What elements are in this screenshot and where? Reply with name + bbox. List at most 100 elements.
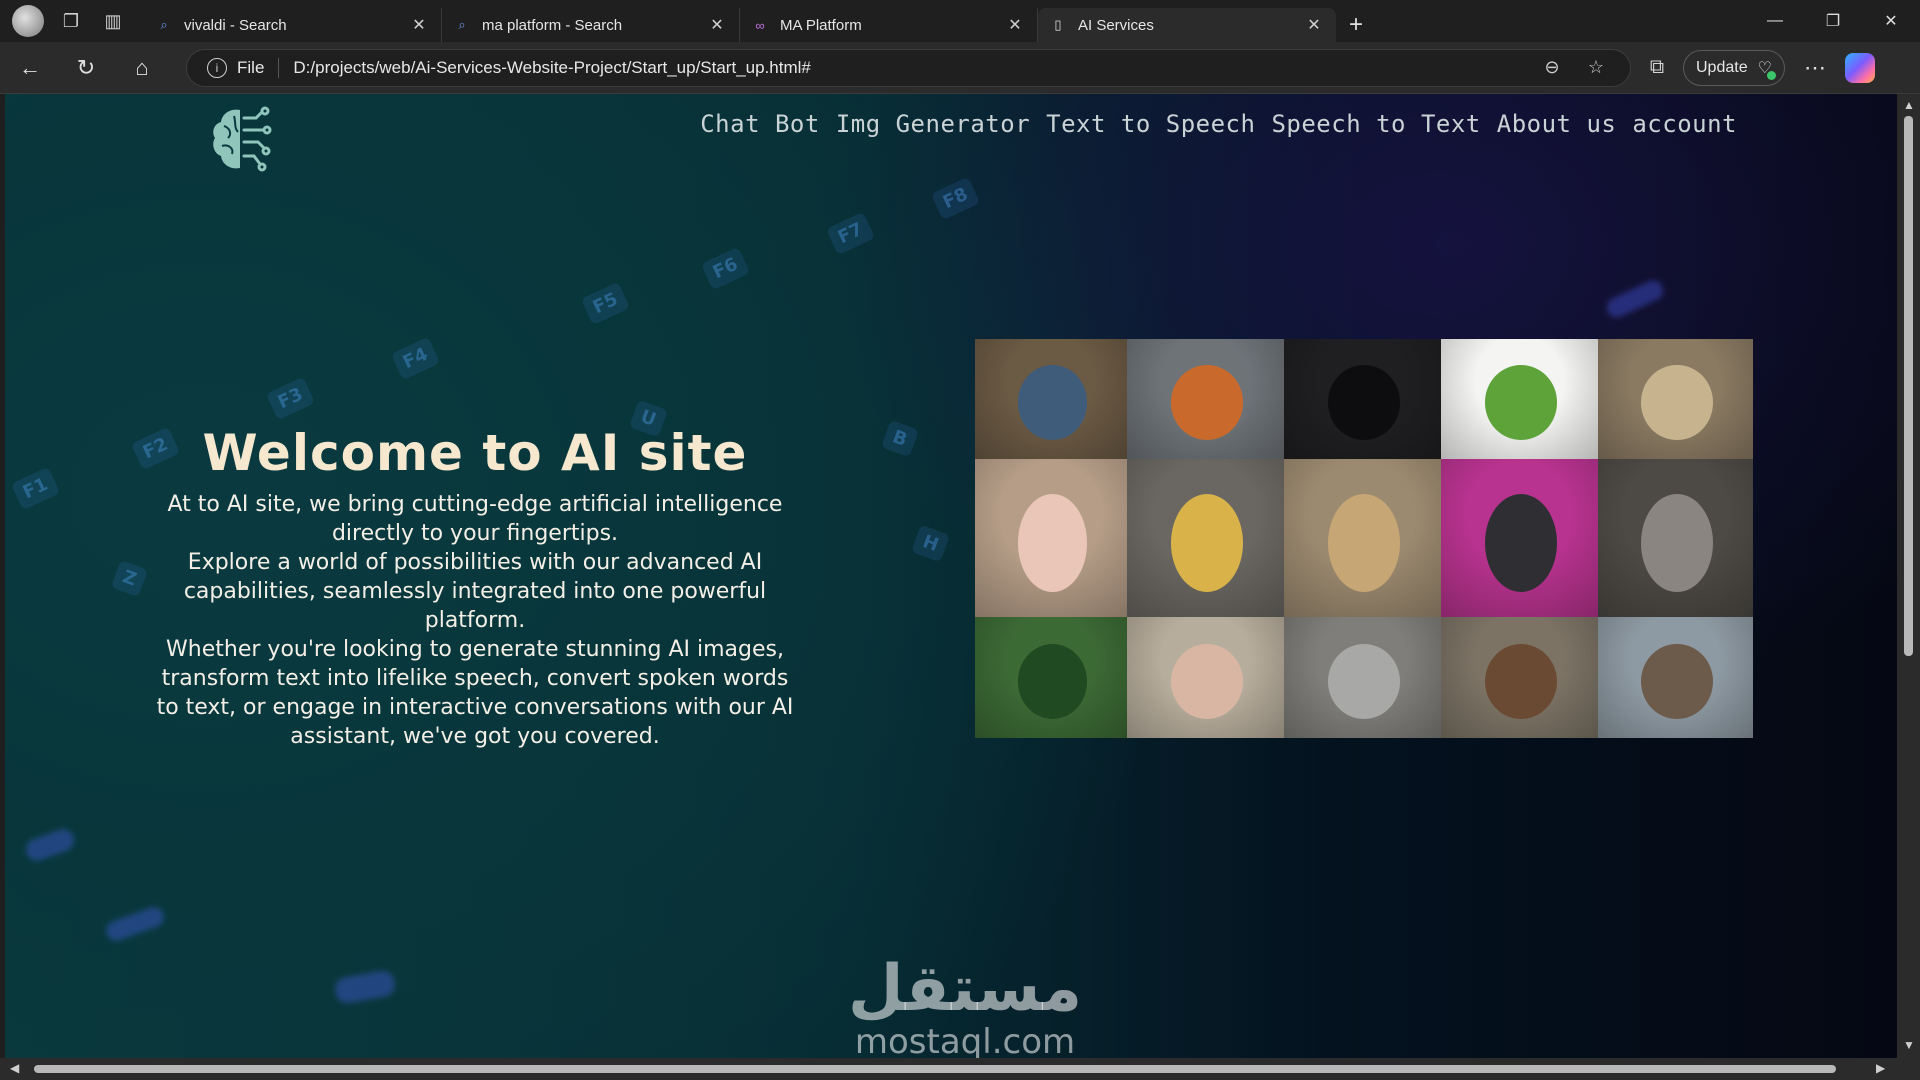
- address-separator: [278, 57, 280, 78]
- scheme-label: File: [237, 57, 265, 77]
- image-subject: [1641, 365, 1713, 440]
- scroll-up-icon[interactable]: ▲: [1903, 98, 1915, 112]
- image-subject: [1641, 493, 1713, 592]
- image-subject: [1327, 643, 1401, 719]
- image-subject: [1170, 643, 1244, 719]
- hero-section: Welcome to AI site At to AI site, we bri…: [155, 424, 795, 751]
- horizontal-scroll-thumb[interactable]: [34, 1065, 1836, 1073]
- home-icon[interactable]: ⌂: [116, 48, 168, 88]
- restore-icon[interactable]: ❐: [1804, 0, 1862, 42]
- vertical-scroll-thumb[interactable]: [1904, 116, 1913, 656]
- nav-speech-to-text[interactable]: Speech to Text: [1271, 110, 1480, 138]
- keyboard-glow: [1603, 277, 1667, 321]
- update-label: Update: [1696, 58, 1748, 76]
- scroll-left-icon[interactable]: ◀: [10, 1061, 19, 1075]
- astronaut-image: [1127, 339, 1284, 459]
- site-info-icon[interactable]: i: [207, 57, 227, 78]
- top-nav: Chat Bot Img Generator Text to Speech Sp…: [700, 110, 1737, 138]
- horizontal-scrollbar[interactable]: ◀ ▶: [0, 1058, 1904, 1080]
- update-button[interactable]: Update ♡: [1683, 49, 1785, 86]
- minimize-icon[interactable]: —: [1746, 0, 1804, 42]
- keyboard-key: F3: [265, 376, 316, 421]
- back-icon[interactable]: ←: [4, 48, 56, 88]
- image-subject: [1484, 643, 1558, 719]
- search-icon: ⌕: [160, 17, 168, 32]
- zoom-icon[interactable]: ⊖: [1530, 57, 1574, 78]
- image-subject: [1170, 365, 1244, 440]
- close-window-icon[interactable]: ✕: [1862, 0, 1920, 42]
- ma-platform-favicon: ∞: [755, 17, 765, 33]
- tab-vivaldi-search[interactable]: ⌕ vivaldi - Search ✕: [144, 8, 442, 42]
- close-tab-icon[interactable]: ✕: [1304, 15, 1324, 35]
- vertical-tabs-icon[interactable]: ▥: [92, 0, 134, 42]
- broccoli-image: [1441, 339, 1598, 459]
- browser-toolbar: ← ↻ ⌂ i File D:/projects/web/Ai-Services…: [0, 42, 1920, 94]
- robot-beer-image: [1598, 459, 1753, 617]
- watermark-arabic: مستقل: [847, 952, 1083, 1026]
- close-tab-icon[interactable]: ✕: [1005, 15, 1025, 35]
- watermark-latin: mostaql.com: [854, 1022, 1076, 1058]
- retro-computer-image: [1441, 459, 1598, 617]
- nav-text-to-speech[interactable]: Text to Speech: [1046, 110, 1255, 138]
- mouse-image: [1284, 617, 1441, 738]
- extensions-icon[interactable]: ⧉: [1631, 56, 1683, 79]
- hero-paragraph-3: Whether you're looking to generate stunn…: [156, 637, 794, 749]
- workspaces-icon[interactable]: ❐: [50, 0, 92, 42]
- brain-logo-icon[interactable]: [210, 106, 272, 174]
- crow-hood-image: [1284, 339, 1441, 459]
- image-subject: [1484, 493, 1558, 592]
- refresh-icon[interactable]: ↻: [60, 48, 112, 88]
- pig-warrior-image: [1127, 617, 1284, 738]
- nav-about-us[interactable]: About us: [1497, 110, 1617, 138]
- nav-img-generator[interactable]: Img Generator: [836, 110, 1030, 138]
- profile-avatar[interactable]: [12, 5, 44, 37]
- ai-image-gallery: [975, 339, 1753, 738]
- new-tab-button[interactable]: +: [1336, 8, 1376, 42]
- keyboard-key: F7: [825, 211, 876, 256]
- page-icon: ▯: [1054, 17, 1062, 32]
- tab-title: vivaldi - Search: [184, 16, 287, 34]
- url-text[interactable]: D:/projects/web/Ai-Services-Website-Proj…: [293, 58, 1530, 78]
- otter-hood-image: [1598, 617, 1753, 738]
- more-menu-icon[interactable]: ⋯: [1785, 55, 1845, 81]
- close-tab-icon[interactable]: ✕: [409, 15, 429, 35]
- mostaql-watermark: مستقل mostaql.com: [845, 954, 1085, 1058]
- otter-goggles-image: [1441, 617, 1598, 738]
- web-page: F1 F2 F3 F4 F5 F6 F7 F8 Z U B H Chat Bot…: [5, 94, 1897, 1058]
- nav-account[interactable]: account: [1632, 110, 1737, 138]
- image-subject: [1170, 493, 1244, 592]
- tab-ma-platform-search[interactable]: ⌕ ma platform - Search ✕: [442, 8, 740, 42]
- image-subject: [1641, 643, 1713, 719]
- keyboard-glow: [103, 904, 167, 944]
- nav-chat-bot[interactable]: Chat Bot: [700, 110, 820, 138]
- update-heart-icon: ♡: [1757, 59, 1777, 80]
- favorite-star-icon[interactable]: ☆: [1574, 57, 1618, 78]
- copilot-icon[interactable]: [1844, 52, 1875, 83]
- keyboard-glow: [22, 826, 78, 864]
- image-subject: [1327, 493, 1401, 592]
- image-subject: [1017, 365, 1088, 440]
- keyboard-key: F8: [930, 176, 981, 221]
- keyboard-key: F4: [390, 336, 441, 381]
- hero-paragraph-2: Explore a world of possibilities with ou…: [183, 550, 767, 633]
- keyboard-glow: [333, 968, 397, 1006]
- tab-title: AI Services: [1078, 16, 1154, 34]
- image-subject: [1484, 365, 1558, 440]
- image-subject: [1017, 643, 1088, 719]
- keyboard-key: F6: [700, 246, 751, 291]
- keyboard-key: B: [880, 419, 919, 458]
- tab-ma-platform[interactable]: ∞ MA Platform ✕: [740, 8, 1038, 42]
- tab-ai-services[interactable]: ▯ AI Services ✕: [1038, 8, 1336, 42]
- close-tab-icon[interactable]: ✕: [707, 15, 727, 35]
- address-bar[interactable]: i File D:/projects/web/Ai-Services-Websi…: [186, 48, 1631, 87]
- keyboard-key: Z: [110, 559, 149, 598]
- pig-doctor-image: [975, 459, 1127, 617]
- search-icon: ⌕: [458, 17, 466, 32]
- keyboard-key: F5: [580, 281, 631, 326]
- scroll-down-icon[interactable]: ▼: [1903, 1038, 1915, 1052]
- scroll-right-icon[interactable]: ▶: [1876, 1061, 1885, 1075]
- hero-paragraph-1: At to AI site, we bring cutting-edge art…: [167, 492, 783, 546]
- window-controls: — ❐ ✕: [1746, 0, 1920, 42]
- vertical-scrollbar[interactable]: ▲ ▼: [1897, 94, 1920, 1080]
- hero-title: Welcome to AI site: [202, 424, 748, 482]
